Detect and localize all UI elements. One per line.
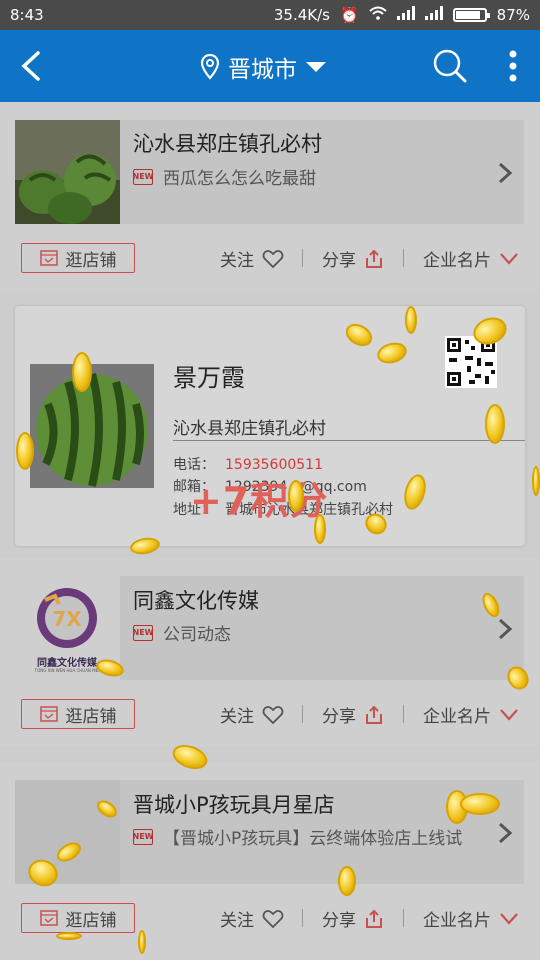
arrow-left-icon	[21, 51, 40, 81]
listing-actions: 逛店铺 关注 分享 企业名片	[0, 699, 540, 739]
chevron-right-icon	[498, 618, 512, 640]
battery-icon	[452, 8, 490, 22]
watermelon-thumbnail	[15, 120, 120, 224]
coin-icon	[288, 480, 304, 512]
coin-icon	[138, 930, 146, 954]
follow-button[interactable]: 关注	[220, 702, 284, 727]
new-badge-icon: NEW	[133, 828, 154, 845]
divider	[403, 249, 404, 267]
company-card-label: 企业名片	[423, 911, 491, 931]
divider	[403, 909, 404, 927]
city-label: 晋城市	[228, 57, 297, 83]
follow-label: 关注	[220, 251, 254, 271]
divider	[302, 909, 303, 927]
heart-icon	[262, 909, 284, 928]
company-card-button[interactable]: 企业名片	[423, 906, 519, 931]
share-label: 分享	[322, 911, 356, 931]
alarm-icon: ⏰	[339, 6, 359, 24]
new-badge-icon: NEW	[133, 168, 154, 185]
search-button[interactable]	[432, 48, 468, 84]
shop-icon	[39, 910, 58, 926]
company-card-label: 企业名片	[423, 707, 491, 727]
listing-subtitle: NEW 【晋城小P孩玩具】云终端体验店上线试	[133, 824, 462, 849]
map-pin-icon	[200, 53, 220, 80]
divider	[302, 249, 303, 267]
back-button[interactable]	[18, 50, 44, 82]
visit-shop-label: 逛店铺	[65, 250, 117, 271]
listing-subtitle-text: 西瓜怎么怎么吃最甜	[163, 169, 316, 189]
wifi-icon	[368, 6, 387, 24]
coin-icon	[485, 404, 505, 444]
chevron-right-icon	[498, 822, 512, 844]
listing-subtitle: NEW 西瓜怎么怎么吃最甜	[133, 164, 316, 189]
coin-icon	[460, 793, 500, 815]
listing-title: 沁水县郑庄镇孔必村	[133, 132, 322, 156]
divider	[302, 705, 303, 723]
coin-icon	[532, 466, 540, 496]
chevron-down-icon	[500, 708, 518, 721]
share-button[interactable]: 分享	[322, 702, 384, 727]
follow-label: 关注	[220, 707, 254, 727]
coin-icon	[314, 514, 326, 544]
follow-label: 关注	[220, 911, 254, 931]
share-icon	[366, 909, 382, 928]
net-speed: 35.4K/s	[273, 6, 330, 24]
share-label: 分享	[322, 251, 356, 271]
company-card-button[interactable]: 企业名片	[423, 246, 519, 271]
visit-shop-label: 逛店铺	[65, 910, 117, 931]
coin-icon	[56, 932, 82, 940]
share-button[interactable]: 分享	[322, 246, 384, 271]
coin-icon	[338, 866, 356, 896]
share-button[interactable]: 分享	[322, 906, 384, 931]
listing-actions: 逛店铺 关注 分享 企业名片	[0, 243, 540, 283]
battery-percent: 87%	[496, 6, 530, 24]
caret-down-icon	[306, 62, 326, 72]
chevron-down-icon	[500, 252, 518, 265]
visit-shop-label: 逛店铺	[65, 706, 117, 727]
contact-name: 景万霞	[173, 364, 245, 392]
shop-icon	[39, 250, 58, 266]
share-label: 分享	[322, 707, 356, 727]
coin-icon	[405, 306, 417, 334]
chevron-right-icon	[498, 162, 512, 184]
status-bar: 8:43 35.4K/s ⏰ 87%	[0, 0, 540, 30]
visit-shop-button[interactable]: 逛店铺	[21, 903, 135, 933]
watermelon-photo	[30, 364, 154, 488]
share-icon	[366, 249, 382, 268]
follow-button[interactable]: 关注	[220, 906, 284, 931]
company-name: 沁水县郑庄镇孔必村	[173, 419, 326, 439]
heart-icon	[262, 249, 284, 268]
visit-shop-button[interactable]: 逛店铺	[21, 243, 135, 273]
city-selector[interactable]: 晋城市	[200, 50, 327, 84]
svg-text:7X: 7X	[52, 607, 82, 631]
signal-icon	[396, 6, 415, 24]
new-badge-icon: NEW	[133, 624, 154, 641]
search-icon	[433, 49, 467, 83]
listing-title: 晋城小P孩玩具月星店	[133, 793, 335, 817]
chevron-down-icon	[500, 912, 518, 925]
more-vertical-icon	[509, 50, 517, 82]
listing-subtitle-text: 【晋城小P孩玩具】云终端体验店上线试	[163, 829, 463, 849]
coin-icon	[72, 352, 92, 392]
listing-subtitle: NEW 公司动态	[133, 620, 231, 645]
visit-shop-button[interactable]: 逛店铺	[21, 699, 135, 729]
status-time: 8:43	[10, 6, 44, 24]
share-icon	[366, 705, 382, 724]
signal-icon-2	[424, 6, 443, 24]
app-bar: 晋城市	[0, 30, 540, 102]
divider	[403, 705, 404, 723]
more-button[interactable]	[505, 48, 521, 84]
divider	[173, 440, 525, 441]
listing-title: 同鑫文化传媒	[133, 589, 259, 613]
reward-points-text: +7积分	[190, 479, 329, 523]
company-card-label: 企业名片	[423, 251, 491, 271]
shop-icon	[39, 706, 58, 722]
follow-button[interactable]: 关注	[220, 246, 284, 271]
coin-icon	[16, 432, 34, 470]
company-card-button[interactable]: 企业名片	[423, 702, 519, 727]
listing-subtitle-text: 公司动态	[163, 625, 231, 645]
heart-icon	[262, 705, 284, 724]
